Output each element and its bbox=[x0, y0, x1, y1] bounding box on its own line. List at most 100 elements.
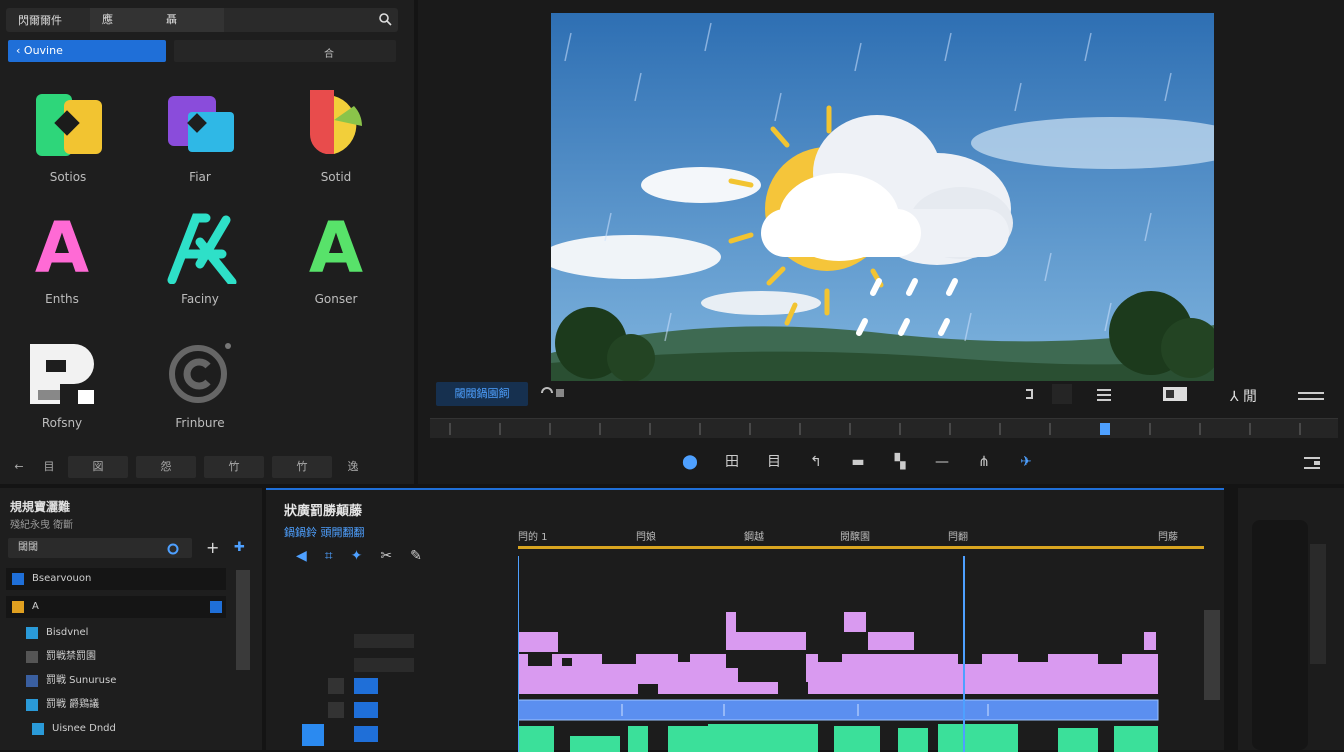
ruler-ticks bbox=[449, 423, 1301, 435]
tool-frame[interactable]: 目 bbox=[762, 450, 786, 474]
project-item-label: A bbox=[32, 601, 39, 612]
image-icon[interactable] bbox=[1160, 384, 1190, 404]
track-controls[interactable] bbox=[354, 658, 414, 672]
meter-controls[interactable] bbox=[1310, 544, 1326, 664]
toolbar-button-5[interactable]: 逸 bbox=[340, 456, 366, 478]
tool-crop[interactable]: ↰ bbox=[804, 450, 828, 474]
tile-label: Gonser bbox=[314, 292, 358, 306]
ruler-tick-label: 閂娘 bbox=[636, 532, 656, 543]
fullscreen-icon[interactable] bbox=[1302, 454, 1322, 472]
tile-label: Rofsny bbox=[41, 416, 83, 430]
tool-effect[interactable]: ✈ bbox=[1014, 450, 1038, 474]
tool-mask[interactable]: ▚ bbox=[888, 450, 912, 474]
category-selector[interactable]: ‹ Ouvine bbox=[8, 40, 166, 62]
tool-line[interactable]: — bbox=[930, 450, 954, 474]
track-target[interactable] bbox=[354, 678, 378, 694]
timeline-vertical-scrollbar[interactable] bbox=[1204, 610, 1220, 700]
project-scrollbar[interactable] bbox=[236, 570, 250, 670]
project-item[interactable]: Uisnee Dndd bbox=[26, 718, 246, 740]
clip-icon bbox=[26, 699, 38, 711]
preview-scrub-ruler[interactable] bbox=[430, 418, 1338, 438]
ruler-tick-label: 閂翻 bbox=[948, 532, 968, 543]
project-item[interactable]: 罰戦 Sunuruse bbox=[20, 670, 240, 692]
audio-track-toggle[interactable] bbox=[302, 724, 324, 746]
effect-tile-8[interactable]: Frinbure bbox=[140, 336, 260, 446]
track-header[interactable] bbox=[266, 700, 516, 722]
list-view-button[interactable]: 目 bbox=[38, 456, 60, 478]
loop-icon[interactable] bbox=[540, 386, 568, 400]
tile-label: Faciny bbox=[181, 292, 219, 306]
razor-tool-icon[interactable]: ✂ bbox=[380, 548, 392, 564]
lock-toggle[interactable] bbox=[328, 678, 344, 694]
tile-label: Fiar bbox=[189, 170, 211, 184]
effect-tile-7[interactable]: Rofsny bbox=[2, 336, 122, 446]
category-label: Ouvine bbox=[23, 44, 63, 57]
track-target[interactable] bbox=[354, 702, 378, 718]
track-header[interactable] bbox=[266, 654, 516, 676]
export-label[interactable]: ⅄ 閒 bbox=[1230, 386, 1257, 406]
toolbar-button-3[interactable]: 竹 bbox=[204, 456, 264, 478]
letter-a-icon: A bbox=[308, 207, 364, 289]
ruler-tick-label: 閂的 1 bbox=[518, 532, 548, 543]
track-target[interactable] bbox=[354, 726, 378, 742]
toolbar-button-1[interactable]: 図 bbox=[68, 456, 128, 478]
library-tab-1[interactable]: 閃爾爾件 bbox=[6, 12, 74, 28]
add-icon[interactable]: + bbox=[206, 538, 219, 557]
effect-tile-5[interactable]: Faciny bbox=[140, 212, 260, 322]
library-tab-3[interactable]: 聶 bbox=[154, 8, 224, 32]
effect-tile-1[interactable]: Sotios bbox=[8, 90, 128, 200]
track-controls[interactable] bbox=[354, 634, 414, 648]
clip-tracks bbox=[518, 556, 1159, 752]
clip-icon bbox=[32, 723, 44, 735]
tool-select[interactable]: ⬤ bbox=[678, 450, 702, 474]
project-item[interactable]: 罰戦禁罰園 bbox=[20, 646, 240, 668]
project-title: 規規寶灑難 bbox=[10, 500, 71, 514]
subcategory-selector[interactable]: 合 bbox=[174, 40, 396, 62]
shape-icon-purple-blue bbox=[168, 96, 234, 152]
effect-tile-4[interactable]: A Enths bbox=[2, 212, 122, 322]
library-tab-2[interactable]: 應 bbox=[90, 8, 154, 32]
project-item-label: Bisdvnel bbox=[46, 627, 89, 638]
pen-tool-icon[interactable]: ✎ bbox=[410, 548, 422, 564]
audio-icon[interactable] bbox=[1022, 384, 1072, 404]
ripple-tool-icon[interactable]: ✦ bbox=[351, 548, 363, 564]
ruler-tick-label: 閱醸園 bbox=[840, 532, 870, 543]
project-search-input[interactable]: 閾閾 bbox=[8, 538, 192, 558]
select-tool-icon[interactable]: ◀ bbox=[296, 548, 307, 564]
effect-tile-2[interactable]: Fiar bbox=[140, 90, 260, 200]
project-item[interactable]: A bbox=[6, 596, 226, 618]
effect-tile-6[interactable]: A Gonser bbox=[276, 212, 396, 322]
tool-grid[interactable]: 田 bbox=[720, 450, 744, 474]
library-tabs: 閃爾爾件 應 聶 bbox=[6, 8, 398, 32]
project-item[interactable]: 罰戦 爵鶏議 bbox=[20, 694, 240, 716]
project-item[interactable]: Bsearvouon bbox=[6, 568, 226, 590]
folder-icon bbox=[12, 601, 24, 613]
track-header[interactable] bbox=[266, 630, 516, 652]
pin-icon[interactable]: ✚ bbox=[234, 540, 245, 555]
menu-icon[interactable] bbox=[1096, 386, 1112, 402]
track-header[interactable] bbox=[266, 724, 516, 746]
subcategory-label: 合 bbox=[324, 49, 334, 60]
settings-icon[interactable] bbox=[1296, 386, 1326, 402]
track-tool-icon[interactable]: ⌗ bbox=[325, 548, 333, 564]
effect-tile-3[interactable]: Sotid bbox=[276, 90, 396, 200]
project-item-label: 罰戦 爵鶏議 bbox=[46, 699, 100, 710]
back-button[interactable]: ← bbox=[8, 456, 30, 478]
toolbar-button-4[interactable]: 竹 bbox=[272, 456, 332, 478]
timecode-display[interactable]: 閾閥鍋園飼 bbox=[436, 382, 528, 406]
clip-icon bbox=[26, 675, 38, 687]
search-icon[interactable] bbox=[378, 12, 392, 26]
video-viewer[interactable] bbox=[551, 13, 1214, 381]
project-item[interactable]: Bisdvnel bbox=[20, 622, 240, 644]
toolbar-button-2[interactable]: 怨 bbox=[136, 456, 196, 478]
timeline-ruler[interactable]: 閂的 1 閂娘 鋼越 閱醸園 閂翻 閂藤 bbox=[518, 526, 1204, 554]
work-area-bar[interactable] bbox=[518, 546, 1204, 549]
tool-align[interactable]: ▬ bbox=[846, 450, 870, 474]
project-item-label: 罰戦禁罰園 bbox=[46, 651, 96, 662]
track-header[interactable] bbox=[266, 676, 516, 698]
lock-toggle[interactable] bbox=[328, 702, 344, 718]
ruler-tick-label: 閂藤 bbox=[1158, 532, 1178, 543]
timeline-clips-area[interactable] bbox=[518, 556, 1204, 752]
tool-split[interactable]: ⋔ bbox=[972, 450, 996, 474]
refresh-icon[interactable] bbox=[166, 542, 180, 556]
